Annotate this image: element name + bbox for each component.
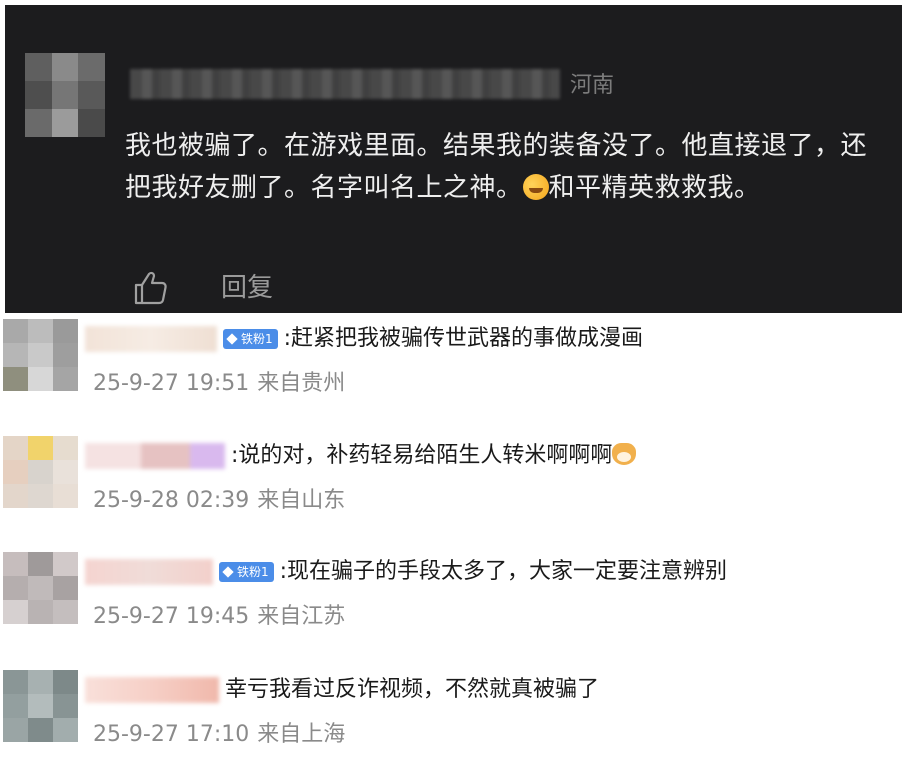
dog-face-emoji-icon: [612, 443, 637, 465]
avatar[interactable]: [3, 552, 78, 624]
username-blurred[interactable]: [85, 559, 213, 585]
comment-text: :赶紧把我被骗传世武器的事做成漫画: [283, 326, 644, 351]
username-blurred[interactable]: [85, 443, 225, 469]
comment-header: 幸亏我看过反诈视频，不然就真被骗了: [85, 676, 599, 704]
comment-location: 来自江苏: [257, 604, 346, 629]
username-blurred[interactable]: [85, 677, 219, 703]
comment-time: 25-9-28 02:39: [93, 488, 250, 513]
comment-time: 25-9-27 17:10: [93, 722, 250, 747]
fan-badge: 铁粉1: [223, 329, 278, 349]
comment-meta: 25-9-27 17:10 来自上海: [93, 720, 345, 750]
list-item: 铁粉1 :现在骗子的手段太多了，大家一定要注意辨别 25-9-27 19:45 来…: [0, 552, 906, 662]
comment-time: 25-9-27 19:45: [93, 604, 250, 629]
comment-location: 来自上海: [257, 722, 346, 747]
comment-location: 来自贵州: [257, 371, 346, 396]
reply-button[interactable]: 回复: [221, 270, 273, 306]
avatar[interactable]: [3, 319, 78, 391]
comment-text-part: :说的对，补药轻易给陌生人转米啊啊啊: [231, 443, 613, 468]
comment-text: :现在骗子的手段太多了，大家一定要注意辨别: [279, 559, 728, 584]
thumbs-up-icon[interactable]: [132, 270, 168, 306]
username-blurred[interactable]: [130, 69, 560, 99]
avatar[interactable]: [25, 53, 105, 137]
list-item: 铁粉1 :赶紧把我被骗传世武器的事做成漫画 25-9-27 19:51 来自贵州: [0, 319, 906, 429]
comment-header: 铁粉1 :现在骗子的手段太多了，大家一定要注意辨别: [85, 558, 727, 586]
list-item: :说的对，补药轻易给陌生人转米啊啊啊 25-9-28 02:39 来自山东: [0, 436, 906, 546]
crying-laughing-emoji-icon: [522, 174, 549, 200]
comment-text: :说的对，补药轻易给陌生人转米啊啊啊: [231, 442, 637, 470]
diamond-icon: [226, 333, 238, 345]
badge-label: 铁粉1: [241, 332, 273, 346]
comment-time: 25-9-27 19:51: [93, 371, 250, 396]
avatar[interactable]: [3, 436, 78, 508]
comment-meta: 25-9-27 19:51 来自贵州: [93, 369, 345, 399]
comment-location: 来自山东: [257, 488, 346, 513]
comment-header: :说的对，补药轻易给陌生人转米啊啊啊: [85, 442, 637, 470]
location-label: 河南: [570, 73, 615, 98]
list-item: 幸亏我看过反诈视频，不然就真被骗了 25-9-27 17:10 来自上海: [0, 670, 906, 762]
comment-meta: 25-9-27 19:45 来自江苏: [93, 602, 345, 632]
comment-header: 铁粉1 :赶紧把我被骗传世武器的事做成漫画: [85, 325, 643, 353]
comment-meta: 25-9-28 02:39 来自山东: [93, 486, 345, 516]
username-blurred[interactable]: [85, 326, 217, 352]
comment-text: 我也被骗了。在游戏里面。结果我的装备没了。他直接退了，还把我好友删了。名字叫名上…: [125, 125, 875, 209]
top-comment-card: 河南 我也被骗了。在游戏里面。结果我的装备没了。他直接退了，还把我好友删了。名字…: [5, 5, 902, 313]
badge-label: 铁粉1: [237, 565, 269, 579]
avatar[interactable]: [3, 670, 78, 742]
diamond-icon: [222, 566, 234, 578]
comment-text-part: 和平精英救救我。: [548, 173, 761, 203]
comment-text: 幸亏我看过反诈视频，不然就真被骗了: [225, 677, 600, 702]
fan-badge: 铁粉1: [219, 562, 274, 582]
